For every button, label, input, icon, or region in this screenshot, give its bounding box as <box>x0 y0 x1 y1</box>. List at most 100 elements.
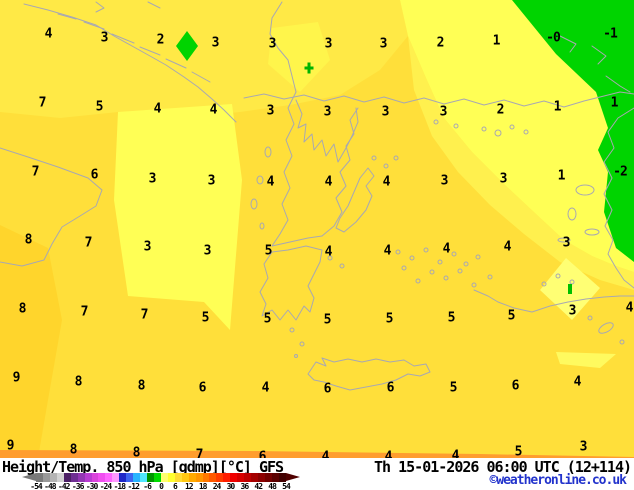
colorbar-tick-label: -36 <box>71 482 84 490</box>
colorbar-segment <box>160 473 168 482</box>
temp-value-label: 8 <box>132 445 141 459</box>
temp-value-label: 1 <box>557 168 566 184</box>
colorbar-segment <box>153 473 161 482</box>
temp-value-label: 7 <box>140 307 149 323</box>
temp-value-label: 3 <box>100 30 109 46</box>
colorbar-tick-label: 24 <box>212 482 222 490</box>
colorbar-segment <box>195 473 203 482</box>
temp-value-label: 1 <box>492 33 501 49</box>
copyright-link[interactable]: ©weatheronline.co.uk <box>489 473 627 488</box>
colorbar-segment <box>56 473 64 482</box>
temp-value-label: 5 <box>264 243 273 259</box>
temp-value-label: 4 <box>321 449 330 459</box>
temp-value-label: 4 <box>503 239 512 255</box>
map-area: 4 3 2 3 3 3 3 2 1 -0 -1 7 5 4 4 3 3 3 3 2 1 1 7 6 3 3 4 4 4 3 3 1 -2 8 7 3 3… <box>0 0 634 458</box>
colorbar-segment <box>140 473 147 482</box>
temperature-shading <box>0 0 634 458</box>
colorbar-segment <box>147 473 154 482</box>
temp-value-label: 6 <box>511 378 520 394</box>
temp-value-label: 7 <box>31 164 40 180</box>
colorbar-segment <box>49 473 57 482</box>
colorbar-left-arrow <box>22 473 36 481</box>
colorbar-tick-label: 0 <box>159 482 164 490</box>
colorbar-tick-label: 12 <box>184 482 194 490</box>
temp-value-label: 8 <box>24 232 33 248</box>
colorbar-segment <box>188 473 196 482</box>
colorbar-segment <box>133 473 141 482</box>
colorbar-segment <box>70 473 78 482</box>
colorbar-tick-label: 48 <box>268 482 277 490</box>
temp-value-label: 3 <box>562 235 571 251</box>
colorbar-segment <box>126 473 134 482</box>
temp-value-label: 9 <box>6 438 15 454</box>
temp-value-label: 4 <box>384 449 393 459</box>
colorbar-segment <box>63 473 71 482</box>
temp-value-label: 6 <box>198 380 207 396</box>
temp-value-label: -2 <box>613 164 628 180</box>
temp-value-label: 5 <box>507 308 516 324</box>
temp-value-label: 4 <box>209 102 218 118</box>
colorbar-segment <box>230 473 238 482</box>
temp-value-label: 8 <box>74 374 83 390</box>
temp-value-label: 7 <box>84 235 93 251</box>
colorbar-segment <box>271 473 279 482</box>
colorbar-segment <box>42 473 50 482</box>
temp-value-label: 3 <box>439 104 448 120</box>
colorbar-tick-label: 54 <box>282 482 291 490</box>
temp-value-label: -0 <box>546 30 561 46</box>
colorbar-tick-label: -12 <box>127 482 139 490</box>
cross-marker-icon <box>304 62 314 74</box>
temp-value-label: 3 <box>148 171 157 187</box>
colorbar-tick-label: 42 <box>254 482 263 490</box>
temp-value-label: 4 <box>382 174 391 190</box>
colorbar-segment <box>223 473 231 482</box>
temp-value-label: 3 <box>266 103 275 119</box>
temp-value-label: 3 <box>499 171 508 187</box>
temp-value-label: 8 <box>137 378 146 394</box>
temp-value-label: 4 <box>261 380 270 396</box>
temp-value-label: 3 <box>211 35 220 51</box>
colorbar-segment <box>209 473 217 482</box>
dash-marker-icon <box>568 284 572 294</box>
colorbar-tick-label: 6 <box>172 482 178 490</box>
temp-value-label: 3 <box>324 36 333 52</box>
temp-value-label: 4 <box>573 374 582 390</box>
colorbar-tick-label: 36 <box>240 482 250 490</box>
temp-value-label: 4 <box>44 26 53 42</box>
footer-bar: Height/Temp. 850 hPa [gdmp][°C] GFS Th 1… <box>0 458 634 490</box>
colorbar-segment <box>36 473 43 482</box>
temp-value-label: 5 <box>95 99 104 115</box>
temp-value-label: 9 <box>12 370 21 386</box>
colorbar-segment <box>77 473 85 482</box>
colorbar-tick-label: -18 <box>113 482 126 490</box>
colorbar-tick-label: -48 <box>44 482 56 490</box>
colorbar-segments <box>36 473 286 482</box>
temp-value-label: 6 <box>386 380 395 396</box>
colorbar-segment <box>84 473 92 482</box>
temp-value-label: 3 <box>579 439 588 455</box>
temp-value-label: 5 <box>323 312 332 328</box>
temp-value-label: 5 <box>263 311 272 327</box>
colorbar-tick-label: -24 <box>99 482 112 490</box>
colorbar-tick-label: 30 <box>226 482 236 490</box>
temp-value-label: 5 <box>449 380 458 396</box>
temp-value-label: 7 <box>195 447 204 459</box>
colorbar-segment <box>174 473 182 482</box>
temp-value-label: 3 <box>568 303 577 319</box>
colorbar-segment <box>258 473 265 482</box>
temp-value-label: 4 <box>383 243 392 259</box>
temp-value-label: 3 <box>379 36 388 52</box>
temp-value-label: 4 <box>266 174 275 190</box>
temp-value-label: 5 <box>201 310 210 326</box>
colorbar-segment <box>119 473 127 482</box>
temp-value-label: -1 <box>603 26 618 42</box>
temp-value-label: 3 <box>381 104 390 120</box>
temp-value-label: 4 <box>442 241 451 257</box>
colorbar-tick-label: -6 <box>143 482 152 490</box>
temp-value-label: 4 <box>324 174 333 190</box>
weather-map-page: 4 3 2 3 3 3 3 2 1 -0 -1 7 5 4 4 3 3 3 3 2 1 1 7 6 3 3 4 4 4 3 3 1 -2 8 7 3 3… <box>0 0 634 490</box>
colorbar-segment <box>181 473 189 482</box>
colorbar-segment <box>167 473 175 482</box>
temp-value-label: 5 <box>514 444 523 459</box>
temp-value-label: 3 <box>143 239 152 255</box>
